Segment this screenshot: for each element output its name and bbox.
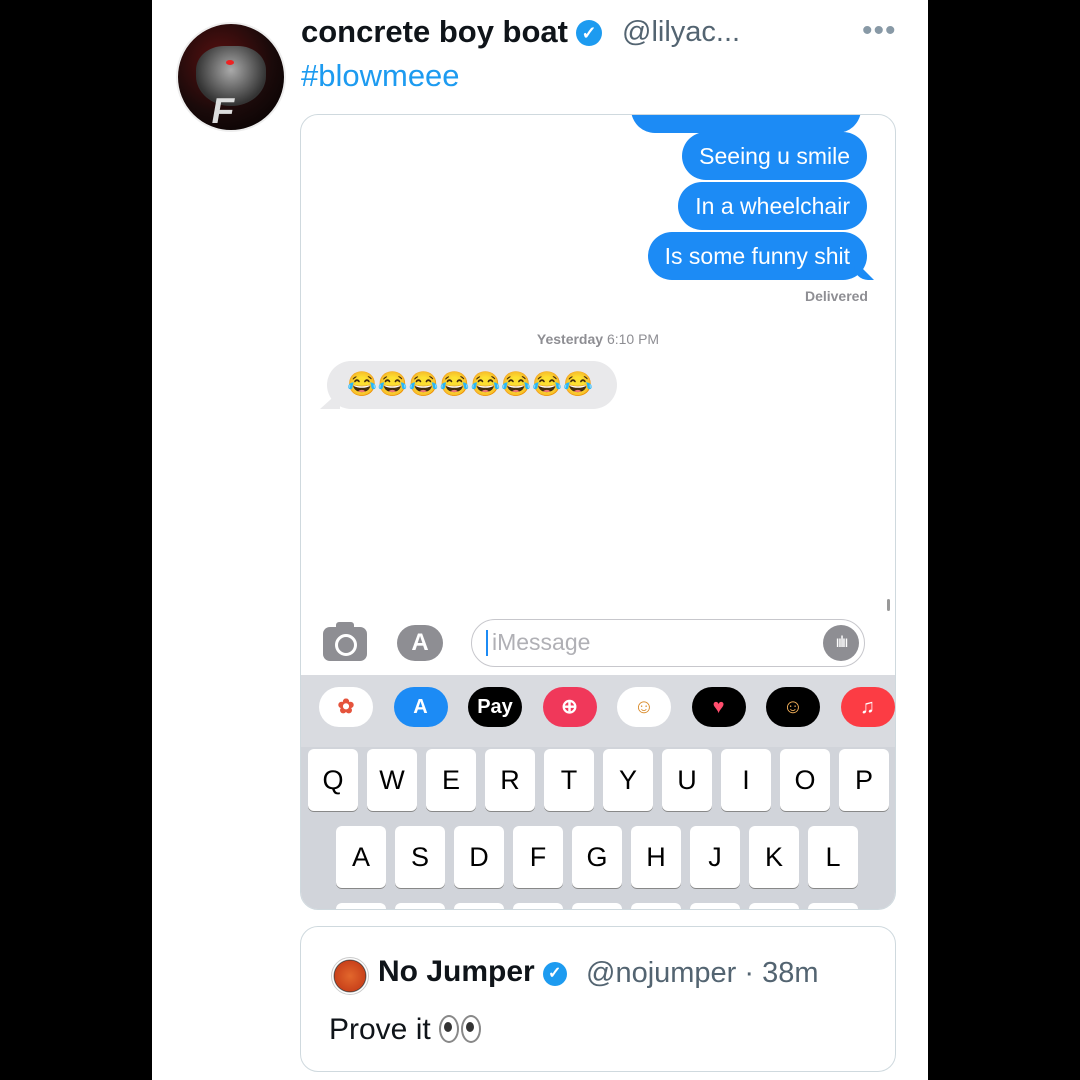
key-f[interactable]: F: [513, 826, 563, 888]
key-row3-cutoff[interactable]: [808, 903, 858, 909]
key-d[interactable]: D: [454, 826, 504, 888]
attached-screenshot[interactable]: Seeing u smile In a wheelchair Is some f…: [300, 114, 896, 910]
text-cursor: [486, 630, 488, 656]
key-y[interactable]: Y: [603, 749, 653, 811]
verified-badge-icon: ✓: [576, 20, 602, 46]
imessage-input[interactable]: iMessage ıılıı: [471, 619, 865, 667]
key-s[interactable]: S: [395, 826, 445, 888]
user-handle[interactable]: @lilyac...: [622, 16, 740, 49]
message-timestamp: Yesterday 6:10 PM: [301, 331, 895, 347]
quoted-tweet-text: Prove it: [329, 1013, 483, 1051]
key-h[interactable]: H: [631, 826, 681, 888]
quoted-text: Prove it: [329, 1013, 431, 1046]
key-e[interactable]: E: [426, 749, 476, 811]
sent-bubble: Is some funny shit: [647, 232, 867, 280]
key-k[interactable]: K: [749, 826, 799, 888]
app-store-icon[interactable]: A: [393, 687, 448, 727]
key-row3-cutoff[interactable]: [631, 903, 681, 909]
key-row3-cutoff[interactable]: [690, 903, 740, 909]
key-q[interactable]: Q: [308, 749, 358, 811]
music-app-icon[interactable]: ♫: [840, 687, 895, 727]
photos-app-icon[interactable]: ✿: [319, 687, 373, 727]
key-l[interactable]: L: [808, 826, 858, 888]
memoji-stickers-icon[interactable]: ☺: [617, 687, 671, 727]
eyes-emoji-icon: [438, 1015, 483, 1051]
camera-icon[interactable]: [323, 622, 367, 661]
key-row3-cutoff[interactable]: [572, 903, 622, 909]
received-bubble: 😂😂😂😂😂😂😂😂: [327, 361, 617, 409]
key-a[interactable]: A: [336, 826, 386, 888]
key-t[interactable]: T: [544, 749, 594, 811]
app-store-button-icon[interactable]: A: [397, 625, 443, 661]
key-row3-cutoff[interactable]: [454, 903, 504, 909]
animoji-icon[interactable]: ☺: [766, 687, 820, 727]
key-j[interactable]: J: [690, 826, 740, 888]
scrollbar[interactable]: [887, 599, 890, 611]
key-p[interactable]: P: [839, 749, 889, 811]
images-search-icon[interactable]: ⊕: [542, 687, 597, 727]
imessage-placeholder: iMessage: [492, 629, 591, 655]
key-w[interactable]: W: [367, 749, 417, 811]
timestamp-day: Yesterday: [536, 331, 604, 347]
profile-avatar[interactable]: F: [176, 22, 286, 132]
key-row3-cutoff[interactable]: [749, 903, 799, 909]
verified-badge-icon: ✓: [542, 962, 567, 986]
sent-bubble: In a wheelchair: [678, 182, 867, 230]
timestamp-time: 6:10 PM: [606, 331, 660, 347]
display-name[interactable]: concrete boy boat ✓: [301, 14, 602, 50]
tweet-hashtag-link[interactable]: #blowmeee: [301, 58, 460, 94]
tweet-card: F concrete boy boat ✓ @lilyac... ••• #blo…: [152, 0, 928, 1080]
quoted-display-name-text: No Jumper: [378, 955, 535, 988]
no-jumper-avatar[interactable]: [331, 957, 369, 995]
digital-touch-icon[interactable]: ♥: [691, 687, 746, 727]
quoted-handle-time[interactable]: @nojumper · 38m: [586, 957, 819, 990]
key-row3-cutoff[interactable]: [395, 903, 445, 909]
display-name-text: concrete boy boat: [301, 14, 568, 49]
quoted-display-name[interactable]: No Jumper ✓: [378, 955, 567, 989]
sent-bubble: Seeing u smile: [682, 132, 867, 180]
key-row3-cutoff[interactable]: [513, 903, 563, 909]
delivered-status: Delivered: [804, 288, 868, 304]
key-i[interactable]: I: [721, 749, 771, 811]
app-drawer: ✿ A Pay ⊕ ☺ ♥ ☺ ♫: [301, 675, 895, 747]
keyboard: QWERTYUIOP ASDFGHJKL: [301, 747, 895, 909]
key-row3-cutoff[interactable]: [336, 903, 386, 909]
key-o[interactable]: O: [780, 749, 830, 811]
sent-bubble-cutoff: [631, 115, 861, 133]
quoted-tweet[interactable]: No Jumper ✓ @nojumper · 38m Prove it: [300, 926, 896, 1072]
apple-pay-icon[interactable]: Pay: [468, 687, 522, 727]
key-g[interactable]: G: [572, 826, 622, 888]
key-u[interactable]: U: [662, 749, 712, 811]
red-eye-icon: [226, 60, 234, 65]
more-options-icon[interactable]: •••: [862, 14, 897, 48]
key-r[interactable]: R: [485, 749, 535, 811]
audio-record-icon[interactable]: ıılıı: [823, 625, 859, 661]
